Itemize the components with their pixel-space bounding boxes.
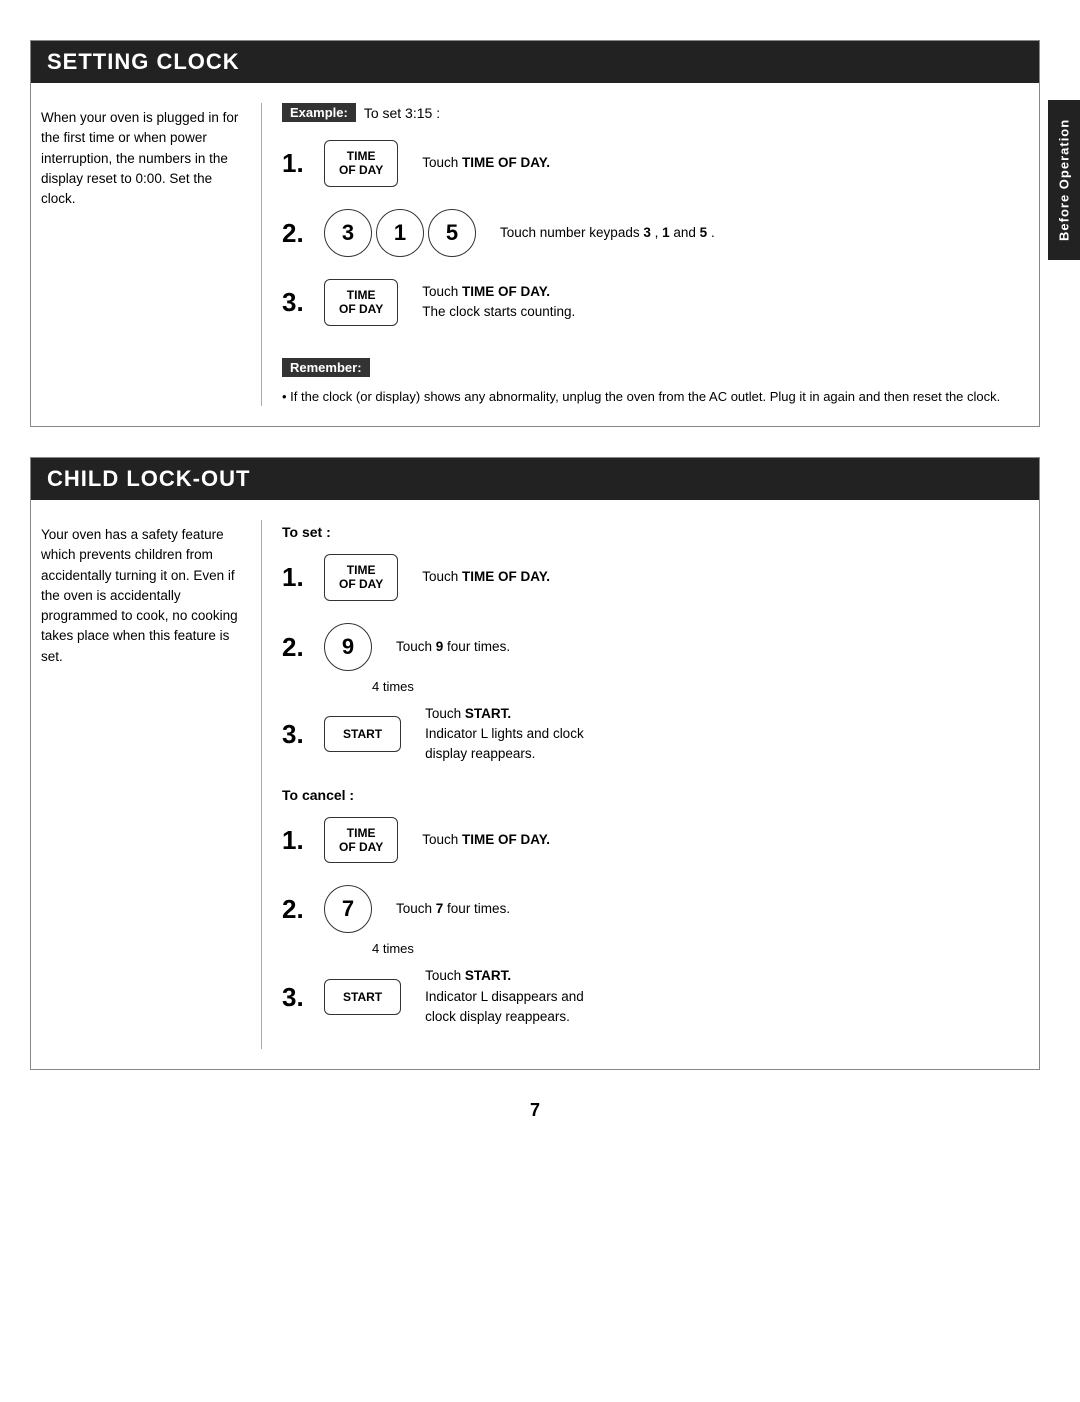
set-step-3-number: 3. (282, 721, 312, 747)
set-step-1-number: 1. (282, 564, 312, 590)
step-3-number: 3. (282, 289, 312, 315)
example-text: To set 3:15 : (364, 105, 440, 121)
remember-section: Remember: • If the clock (or display) sh… (282, 348, 1029, 407)
cancel-step-3-number: 3. (282, 984, 312, 1010)
child-lock-set-step-2: 2. 9 Touch 9 four times. (282, 623, 1029, 671)
time-of-day-button-2[interactable]: TIME OF DAY (324, 279, 398, 326)
child-lock-cancel-step-3: 3. START Touch START.Indicator L disappe… (282, 966, 1029, 1027)
keypad-9[interactable]: 9 (324, 623, 372, 671)
to-set-label: To set : (282, 524, 1029, 540)
cancel-step-2-number: 2. (282, 896, 312, 922)
start-button-2[interactable]: START (324, 979, 401, 1015)
step-3-desc: Touch TIME OF DAY.The clock starts count… (422, 282, 575, 323)
remember-label: Remember: (282, 358, 370, 377)
step-1-number: 1. (282, 150, 312, 176)
cancel-step-3-desc: Touch START.Indicator L disappears andcl… (425, 966, 584, 1027)
keypad-1[interactable]: 1 (376, 209, 424, 257)
cancel-step-2-times: 4 times (372, 941, 1029, 956)
child-lock-out-left-text: Your oven has a safety feature which pre… (41, 520, 261, 1049)
keypad-3[interactable]: 3 (324, 209, 372, 257)
before-operation-tab: Before Operation (1048, 100, 1080, 260)
to-cancel-label: To cancel : (282, 787, 1029, 803)
setting-clock-header: SETTING CLOCK (31, 41, 1039, 83)
step-2-number: 2. (282, 220, 312, 246)
set-step-2-times: 4 times (372, 679, 1029, 694)
remember-note: • If the clock (or display) shows any ab… (282, 387, 1029, 407)
set-step-2-number: 2. (282, 634, 312, 660)
setting-clock-instructions: Example: To set 3:15 : 1. TIME OF DAY To… (261, 103, 1029, 406)
step-2-desc: Touch number keypads 3 , 1 and 5 . (500, 223, 715, 243)
child-lock-cancel-step-1: 1. TIME OF DAY Touch TIME OF DAY. (282, 817, 1029, 864)
cancel-step-2-desc: Touch 7 four times. (396, 899, 510, 919)
child-lock-out-instructions: To set : 1. TIME OF DAY Touch TIME OF DA… (261, 520, 1029, 1049)
page-number: 7 (30, 1100, 1040, 1121)
child-time-of-day-button-2[interactable]: TIME OF DAY (324, 817, 398, 864)
example-label: Example: (282, 103, 356, 122)
setting-clock-left-text: When your oven is plugged in for the fir… (41, 103, 261, 406)
keypad-5[interactable]: 5 (428, 209, 476, 257)
child-lock-out-section: CHILD LOCK-OUT Your oven has a safety fe… (30, 457, 1040, 1070)
setting-clock-step-2: 2. 3 1 5 Touch number keypads 3 , 1 and … (282, 209, 1029, 257)
step-1-desc: Touch TIME OF DAY. (422, 153, 550, 173)
set-step-2-desc: Touch 9 four times. (396, 637, 510, 657)
example-bar: Example: To set 3:15 : (282, 103, 1029, 122)
start-button-1[interactable]: START (324, 716, 401, 752)
child-time-of-day-button-1[interactable]: TIME OF DAY (324, 554, 398, 601)
setting-clock-step-1: 1. TIME OF DAY Touch TIME OF DAY. (282, 140, 1029, 187)
set-step-1-desc: Touch TIME OF DAY. (422, 567, 550, 587)
child-lock-set-step-1: 1. TIME OF DAY Touch TIME OF DAY. (282, 554, 1029, 601)
keypads-row: 3 1 5 (324, 209, 476, 257)
child-lock-cancel-step-2: 2. 7 Touch 7 four times. (282, 885, 1029, 933)
time-of-day-button-1[interactable]: TIME OF DAY (324, 140, 398, 187)
setting-clock-section: SETTING CLOCK When your oven is plugged … (30, 40, 1040, 427)
setting-clock-step-3: 3. TIME OF DAY Touch TIME OF DAY.The clo… (282, 279, 1029, 326)
keypad-7[interactable]: 7 (324, 885, 372, 933)
child-lock-set-step-3: 3. START Touch START.Indicator L lights … (282, 704, 1029, 765)
child-lock-out-header: CHILD LOCK-OUT (31, 458, 1039, 500)
set-step-3-desc: Touch START.Indicator L lights and clock… (425, 704, 584, 765)
cancel-step-1-desc: Touch TIME OF DAY. (422, 830, 550, 850)
cancel-step-1-number: 1. (282, 827, 312, 853)
